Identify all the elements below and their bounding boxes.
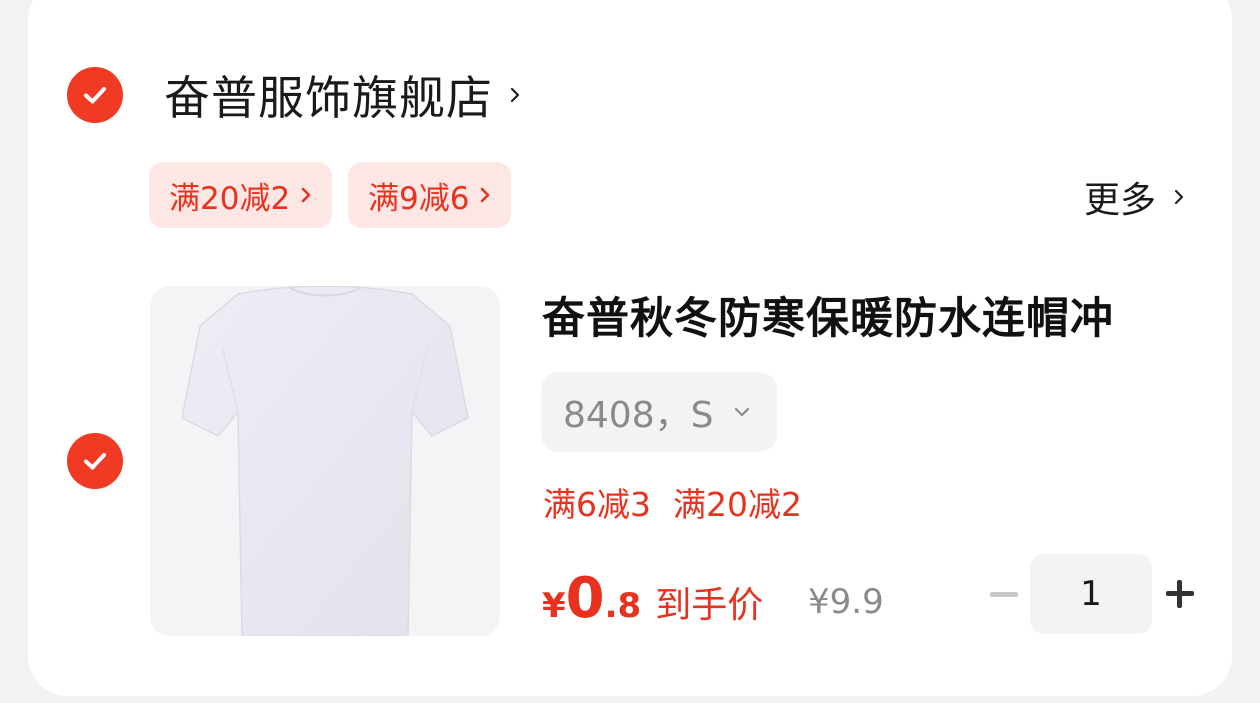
chevron-down-icon <box>735 407 750 417</box>
final-price: ¥ 0 .8 到手价 <box>542 566 763 631</box>
store-select-checkbox-icon[interactable] <box>67 67 123 123</box>
item-select-checkbox-icon[interactable] <box>67 433 123 489</box>
promo-tag[interactable]: 满9减6 <box>348 162 512 228</box>
store-name: 奋普服饰旗舰店 <box>164 71 493 125</box>
product-title[interactable]: 奋普秋冬防寒保暖防水连帽冲 <box>542 284 1114 346</box>
tshirt-icon <box>181 286 469 636</box>
minus-icon <box>990 591 1018 597</box>
item-discounts: 满6减3 满20减2 <box>543 478 802 526</box>
sku-selector[interactable]: 8408，S <box>541 372 777 452</box>
quantity-increase-button[interactable] <box>1160 574 1200 614</box>
price-currency: ¥ <box>542 586 566 626</box>
discount-label: 满6减3 <box>543 485 651 524</box>
chevron-right-icon <box>301 187 311 203</box>
chevron-right-icon <box>481 187 490 203</box>
quantity-decrease-button[interactable] <box>984 574 1024 614</box>
chevron-right-icon <box>1174 189 1184 205</box>
discount-label: 满20减2 <box>673 485 802 524</box>
chevron-right-icon <box>510 87 520 103</box>
checkmark-icon <box>84 87 106 104</box>
price-label: 到手价 <box>655 585 764 626</box>
promo-tag-label: 满20减2 <box>169 180 291 217</box>
promo-tag-label: 满9减6 <box>368 180 470 217</box>
quantity-input[interactable]: 1 <box>1030 554 1152 634</box>
promo-tag[interactable]: 满20减2 <box>149 162 333 228</box>
checkmark-icon <box>84 453 106 470</box>
more-promos-link[interactable]: 更多 <box>1084 168 1188 226</box>
store-link[interactable]: 奋普服饰旗舰店 <box>164 62 525 128</box>
price-integer: 0 <box>565 566 605 631</box>
sku-value: 8408，S <box>563 395 714 436</box>
product-image[interactable] <box>150 286 500 636</box>
price-decimal: .8 <box>604 586 642 626</box>
more-label: 更多 <box>1083 180 1156 221</box>
original-price: ¥9.9 <box>808 582 884 622</box>
